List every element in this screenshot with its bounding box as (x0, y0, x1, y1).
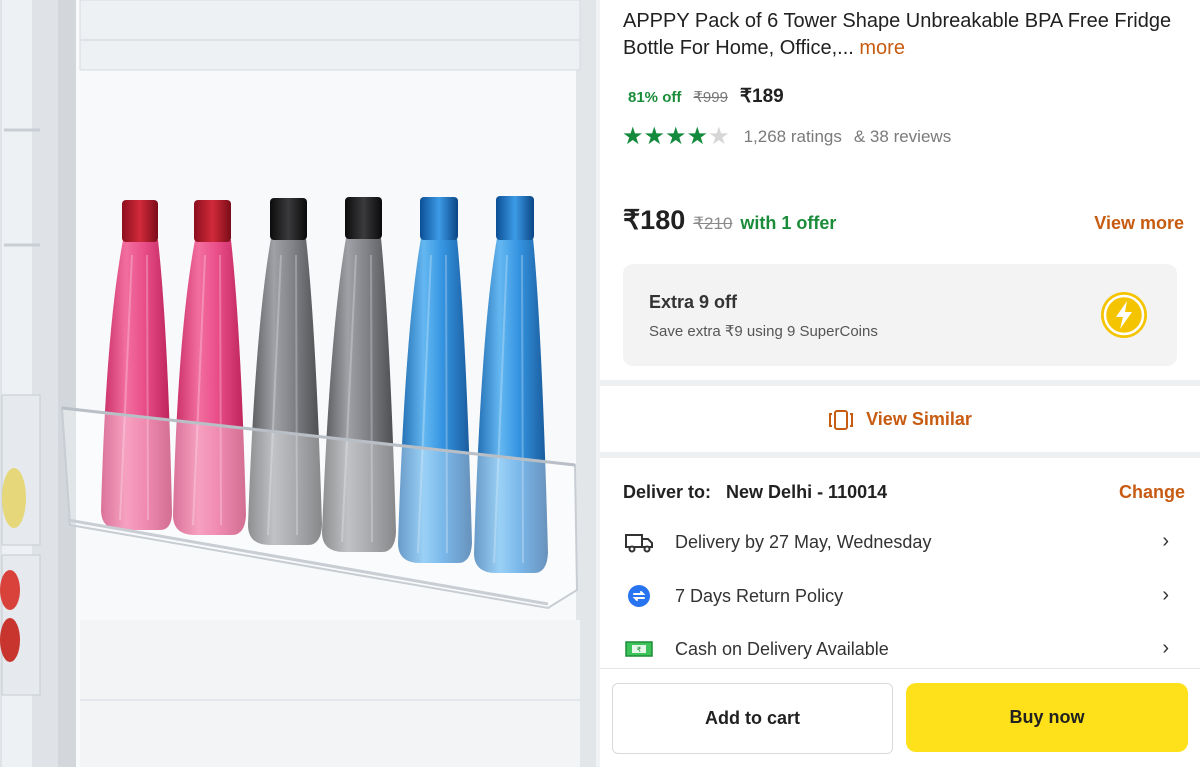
product-title: APPPY Pack of 6 Tower Shape Unbreakable … (623, 8, 1183, 62)
bottom-action-bar: Add to cart Buy now (600, 668, 1200, 767)
lightning-coin-icon (1101, 292, 1147, 338)
delivery-location: New Delhi - 110014 (726, 482, 888, 502)
view-more-link[interactable]: View more (1094, 213, 1184, 234)
star-rating-icon: ★★★★★ (622, 123, 730, 150)
chevron-right-icon: › (1162, 637, 1169, 659)
ratings-count: 1,268 ratings (743, 126, 842, 146)
return-policy-text: 7 Days Return Policy (675, 585, 844, 606)
cod-text: Cash on Delivery Available (675, 638, 889, 659)
supercoin-card[interactable]: Extra 9 off Save extra ₹9 using 9 SuperC… (623, 264, 1177, 366)
chevron-right-icon: › (1162, 530, 1169, 552)
section-divider (600, 380, 1200, 386)
supercoin-title: Extra 9 off (649, 292, 738, 312)
more-link[interactable]: more (859, 37, 905, 59)
price-row: 81% off ₹999 ₹189 (628, 85, 784, 108)
buy-now-button[interactable]: Buy now (906, 683, 1188, 752)
cash-on-delivery-row[interactable]: ₹ Cash on Delivery Available › (623, 631, 1193, 667)
section-divider (600, 452, 1200, 458)
offer-mrp: ₹210 (693, 214, 733, 233)
offer-count: with 1 offer (740, 213, 837, 233)
change-location-button[interactable]: Change (1119, 482, 1185, 503)
delivery-date-row[interactable]: Delivery by 27 May, Wednesday › (623, 524, 1193, 560)
product-image[interactable] (0, 0, 600, 767)
view-similar-button[interactable]: View Similar (600, 392, 1200, 447)
product-details: APPPY Pack of 6 Tower Shape Unbreakable … (600, 0, 1200, 767)
deliver-to-label: Deliver to: (623, 482, 712, 502)
add-to-cart-button[interactable]: Add to cart (612, 683, 893, 754)
cash-icon: ₹ (623, 636, 655, 662)
fridge-door-illustration (0, 0, 596, 767)
deliver-to-row: Deliver to: New Delhi - 110014 Change (623, 482, 1185, 503)
delivery-date-text: Delivery by 27 May, Wednesday (675, 531, 932, 552)
return-icon (623, 583, 655, 609)
offer-price-row: ₹180 ₹210 with 1 offer View more (623, 205, 1188, 245)
selling-price: ₹189 (739, 86, 784, 107)
offer-price: ₹180 (623, 205, 686, 235)
reviews-count: & 38 reviews (853, 126, 952, 146)
chevron-right-icon: › (1162, 584, 1169, 606)
truck-icon (623, 529, 655, 555)
svg-text:₹: ₹ (637, 646, 642, 654)
discount-badge: 81% off (628, 89, 682, 106)
view-similar-label: View Similar (866, 409, 972, 429)
rating-row[interactable]: ★★★★★ 1,268 ratings & 38 reviews (622, 122, 951, 151)
supercoin-subtitle: Save extra ₹9 using 9 SuperCoins (649, 323, 878, 340)
similar-icon (829, 409, 854, 430)
mrp-price: ₹999 (693, 89, 728, 106)
return-policy-row[interactable]: 7 Days Return Policy › (623, 578, 1193, 614)
